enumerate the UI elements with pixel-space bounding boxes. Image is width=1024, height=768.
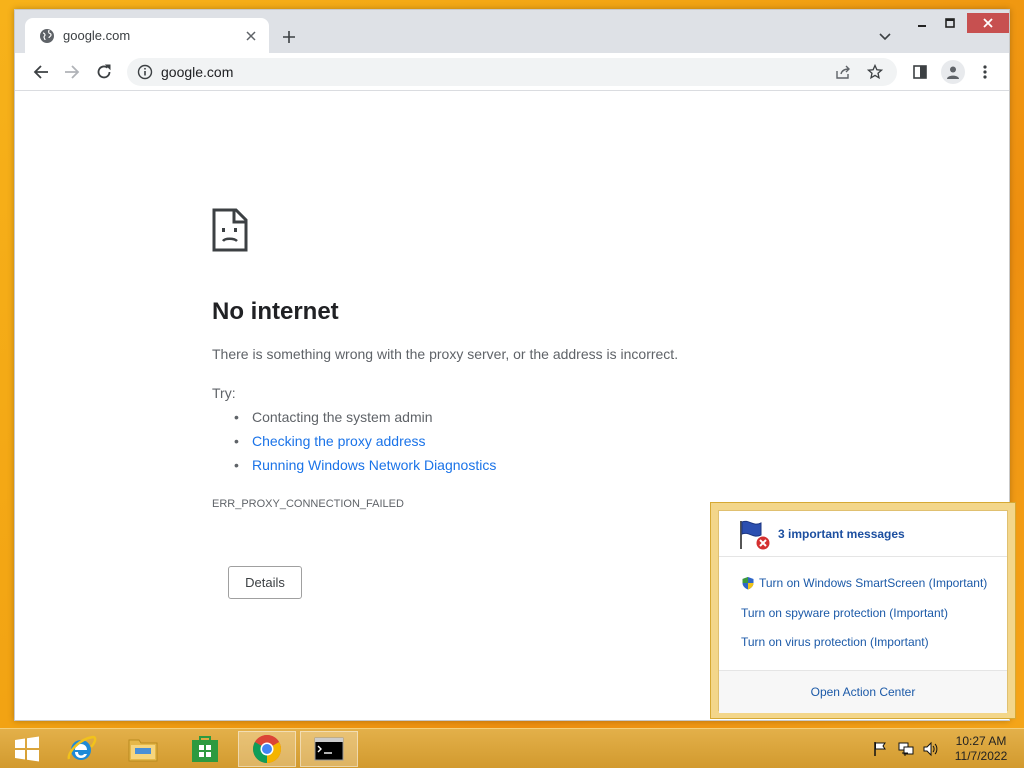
share-icon[interactable] [833,62,853,82]
suggestion-check-proxy-link[interactable]: Checking the proxy address [212,433,496,457]
action-center-title[interactable]: 3 important messages [778,527,905,541]
profile-avatar-icon[interactable] [941,60,965,84]
tab-strip: google.com [15,10,1009,53]
globe-icon [40,28,54,43]
network-tray-icon[interactable] [898,741,914,757]
action-center-flag-icon [740,520,771,551]
window-close-icon[interactable] [967,13,1009,33]
action-center-header: 3 important messages [719,511,1007,557]
clock[interactable]: 10:27 AM 11/7/2022 [946,734,1016,764]
try-label: Try: [212,385,236,401]
error-title: No internet [212,298,339,325]
error-description: There is something wrong with the proxy … [212,346,679,362]
chrome-icon[interactable] [238,731,296,767]
forward-arrow-icon[interactable] [62,62,82,82]
tab-title: google.com [63,28,131,43]
details-button[interactable]: Details [228,566,302,599]
sad-page-icon [212,208,248,252]
url-text[interactable]: google.com [161,64,833,80]
start-icon[interactable] [0,731,54,767]
star-icon[interactable] [865,62,885,82]
minimize-icon[interactable] [911,13,933,33]
more-menu-icon[interactable] [975,62,995,82]
toolbar: google.com [15,53,1009,91]
clock-date: 11/7/2022 [954,749,1008,763]
file-explorer-icon[interactable] [116,731,170,767]
command-prompt-icon[interactable] [300,731,358,767]
info-icon[interactable] [137,64,153,80]
volume-tray-icon[interactable] [922,741,938,757]
error-code: ERR_PROXY_CONNECTION_FAILED [212,498,404,510]
uac-shield-icon [742,577,754,590]
address-bar[interactable]: google.com [127,58,897,86]
side-panel-icon[interactable] [910,62,930,82]
suggestion-network-diagnostics-link[interactable]: Running Windows Network Diagnostics [212,457,496,481]
smartscreen-link-text[interactable]: Turn on Windows SmartScreen (Important) [759,576,987,590]
clock-time: 10:27 AM [955,734,1007,748]
tab-google[interactable]: google.com [25,18,269,53]
chevron-down-icon[interactable] [875,27,895,47]
tab-close-icon[interactable] [243,28,259,44]
action-center-panel: 3 important messages Turn on Windows Sma… [718,510,1008,713]
suggestion-list: Contacting the system admin Checking the… [212,409,496,481]
reload-icon[interactable] [94,62,114,82]
virus-protection-link[interactable]: Turn on virus protection (Important) [741,635,929,649]
open-action-center-link[interactable]: Open Action Center [719,670,1007,713]
action-center-flag-tray-icon[interactable] [872,741,888,757]
store-icon[interactable] [178,731,232,767]
spyware-protection-link[interactable]: Turn on spyware protection (Important) [741,606,948,620]
new-tab-icon[interactable] [279,27,299,47]
back-arrow-icon[interactable] [31,62,51,82]
suggestion-contact-admin: Contacting the system admin [212,409,496,433]
action-center-popup: 3 important messages Turn on Windows Sma… [710,502,1016,719]
taskbar: 10:27 AM 11/7/2022 [0,728,1024,768]
smartscreen-link[interactable]: Turn on Windows SmartScreen (Important) [741,576,987,590]
maximize-icon[interactable] [939,13,961,33]
internet-explorer-icon[interactable] [54,731,108,767]
